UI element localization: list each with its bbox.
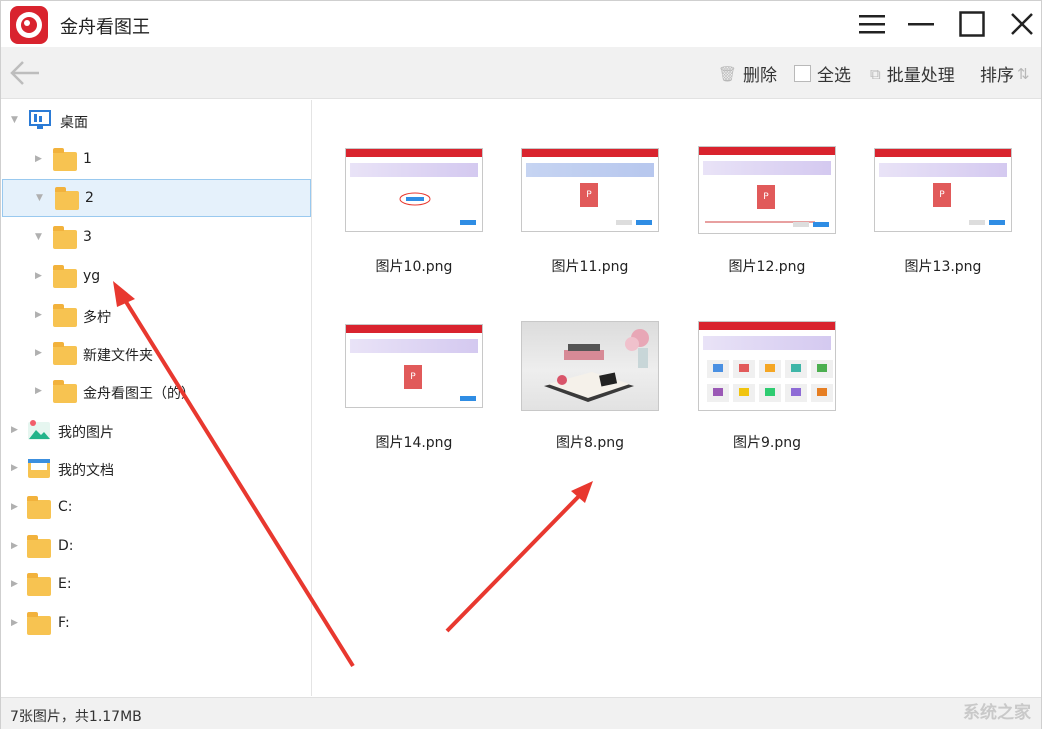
expand-arrow-icon[interactable]: ▶ — [35, 271, 42, 281]
tree-label: yg — [83, 268, 101, 284]
image-thumbnail[interactable] — [698, 321, 836, 411]
image-filename: 图片14.png — [375, 435, 453, 451]
image-filename: 图片9.png — [732, 435, 801, 451]
maximize-icon[interactable] — [957, 9, 987, 39]
image-filename: 图片13.png — [904, 259, 982, 275]
tree-item-desktop[interactable]: ▼ 桌面 — [1, 101, 311, 139]
menu-icon[interactable] — [857, 9, 887, 39]
tree-label: 我的文档 — [58, 463, 114, 479]
tree-item-drive[interactable]: ▶ C: — [1, 488, 311, 526]
expand-arrow-icon[interactable]: ▶ — [11, 541, 18, 551]
image-thumbnail[interactable]: P — [698, 146, 836, 234]
tree-item-folder[interactable]: ▶ 1 — [1, 140, 311, 178]
expand-arrow-icon[interactable]: ▶ — [11, 425, 18, 435]
expand-arrow-icon[interactable]: ▼ — [11, 115, 18, 125]
app-logo-icon — [10, 6, 48, 44]
watermark-text: 系统之家 — [963, 703, 1031, 723]
folder-icon — [27, 612, 51, 635]
folder-icon — [53, 342, 77, 365]
tree-label: 新建文件夹 — [83, 348, 153, 364]
folder-icon — [53, 304, 77, 327]
batch-process-button[interactable]: ⧉ 批量处理 — [870, 61, 955, 87]
monitor-icon — [29, 110, 51, 134]
document-folder-icon — [27, 457, 51, 483]
image-thumbnail[interactable] — [521, 321, 659, 411]
select-all-label: 全选 — [817, 66, 851, 86]
select-all-checkbox[interactable] — [794, 65, 811, 82]
folder-icon — [27, 573, 51, 596]
expand-arrow-icon[interactable]: ▶ — [35, 310, 42, 320]
tree-label: 1 — [83, 151, 92, 167]
expand-arrow-icon[interactable]: ▶ — [11, 463, 18, 473]
expand-arrow-icon[interactable]: ▶ — [35, 348, 42, 358]
status-text: 7张图片，共1.17MB — [10, 709, 142, 725]
folder-tree: ▼ 桌面 ▶ 1 ▼ 2 ▼ 3 ▶ yg ▶ 多柠 ▶ 新建文件夹 ▶ 金舟看… — [1, 100, 312, 696]
expand-arrow-icon[interactable]: ▶ — [35, 154, 42, 164]
expand-arrow-icon[interactable]: ▶ — [35, 386, 42, 396]
expand-arrow-icon[interactable]: ▼ — [36, 193, 43, 203]
tree-item-folder[interactable]: ▶ 多柠 — [1, 296, 311, 334]
batch-icon: ⧉ — [870, 64, 881, 83]
folder-icon — [53, 265, 77, 288]
minimize-icon[interactable] — [906, 9, 936, 39]
app-window: 金舟看图王 🗑 删除 全选 ⧉ 批量处理 排序 ⇅ ▼ 桌面 ▶ 1 ▼ 2 ▼… — [0, 0, 1042, 729]
image-filename: 图片8.png — [555, 435, 624, 451]
app-title: 金舟看图王 — [60, 17, 150, 38]
picture-icon — [27, 419, 51, 445]
sort-button[interactable]: 排序 ⇅ — [980, 61, 1030, 87]
image-thumbnail[interactable]: P — [345, 324, 483, 408]
folder-icon — [53, 148, 77, 171]
tree-item-folder-selected[interactable]: ▼ 2 — [2, 179, 311, 217]
tree-item-folder[interactable]: ▶ 新建文件夹 — [1, 334, 311, 372]
tree-item-folder[interactable]: ▶ yg — [1, 257, 311, 295]
delete-button[interactable]: 🗑 删除 — [718, 61, 778, 87]
tree-label: 3 — [83, 229, 92, 245]
tree-label: 桌面 — [60, 115, 88, 131]
tree-item-drive[interactable]: ▶ E: — [1, 565, 311, 603]
toolbar: 🗑 删除 全选 ⧉ 批量处理 排序 ⇅ — [1, 47, 1041, 99]
expand-arrow-icon[interactable]: ▶ — [11, 579, 18, 589]
image-thumbnail[interactable]: P — [521, 148, 659, 232]
folder-icon — [53, 380, 77, 403]
delete-label: 删除 — [743, 66, 778, 86]
image-thumbnail[interactable] — [345, 148, 483, 232]
tree-label: E: — [58, 576, 72, 592]
select-all-button[interactable]: 全选 — [794, 61, 851, 86]
expand-arrow-icon[interactable]: ▶ — [11, 502, 18, 512]
status-bar: 7张图片，共1.17MB 系统之家 — [1, 697, 1041, 729]
tree-item-my-documents[interactable]: ▶ 我的文档 — [1, 449, 311, 487]
tree-item-my-pictures[interactable]: ▶ 我的图片 — [1, 411, 311, 449]
tree-item-drive[interactable]: ▶ D: — [1, 527, 311, 565]
image-filename: 图片12.png — [728, 259, 806, 275]
back-arrow-icon[interactable] — [9, 60, 41, 86]
batch-label: 批量处理 — [886, 66, 955, 86]
folder-icon — [27, 496, 51, 519]
image-thumbnail[interactable]: P — [874, 148, 1012, 232]
expand-arrow-icon[interactable]: ▶ — [11, 618, 18, 628]
tree-label: C: — [58, 499, 73, 515]
close-icon[interactable] — [1007, 9, 1037, 39]
tree-label: 金舟看图王（的） — [83, 386, 195, 402]
tree-label: 我的图片 — [58, 425, 114, 441]
trash-icon: 🗑 — [718, 64, 738, 83]
folder-icon — [55, 187, 79, 210]
image-filename: 图片11.png — [551, 259, 629, 275]
image-filename: 图片10.png — [375, 259, 453, 275]
title-bar: 金舟看图王 — [1, 1, 1041, 47]
tree-label: 多柠 — [83, 310, 111, 326]
folder-icon — [27, 535, 51, 558]
tree-item-drive[interactable]: ▶ F: — [1, 604, 311, 642]
tree-label: D: — [58, 538, 74, 554]
sort-label: 排序 — [980, 66, 1014, 86]
folder-icon — [53, 226, 77, 249]
tree-label: 2 — [85, 190, 94, 206]
expand-arrow-icon[interactable]: ▼ — [35, 232, 42, 242]
tree-item-folder[interactable]: ▶ 金舟看图王（的） — [1, 372, 311, 410]
tree-label: F: — [58, 615, 70, 631]
tree-item-folder[interactable]: ▼ 3 — [1, 218, 311, 256]
image-grid: 图片10.png P 图片11.png P 图片12.png P 图片13.pn… — [313, 100, 1041, 696]
sort-icon: ⇅ — [1017, 64, 1030, 83]
